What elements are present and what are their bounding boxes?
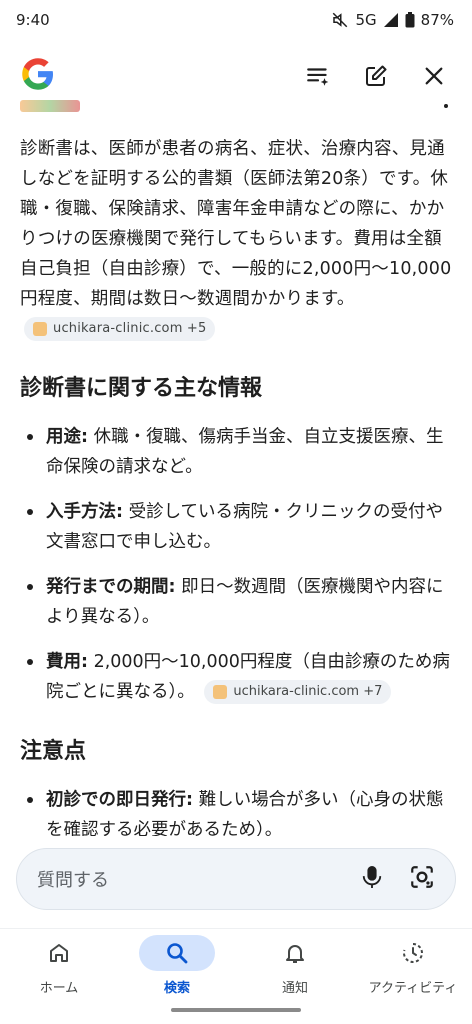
nav-activity[interactable]: アクティビティ <box>358 935 468 996</box>
item-term: 初診での即日発行: <box>46 790 193 810</box>
list-item: 発行までの期間: 即日〜数週間（医療機関や内容により異なる）。 <box>20 572 452 632</box>
playlist-sparkle-icon[interactable] <box>300 58 336 94</box>
bell-icon <box>257 935 333 971</box>
site-favicon-icon <box>33 322 47 336</box>
status-icons: 5G 87% <box>331 11 454 29</box>
edit-icon[interactable] <box>358 58 394 94</box>
status-bar: 9:40 5G 87% <box>0 0 472 40</box>
app-actions <box>300 58 452 94</box>
item-text: 休職・復職、傷病手当金、自立支援医療、生命保険の請求など。 <box>46 427 444 477</box>
caution-list: 初診での即日発行: 難しい場合が多い（心身の状態を確認する必要があるため）。 <box>20 785 452 836</box>
item-term: 費用: <box>46 652 88 672</box>
close-icon[interactable] <box>416 58 452 94</box>
scrolled-source-row <box>20 96 452 126</box>
battery-icon <box>405 12 415 28</box>
item-term: 入手方法: <box>46 502 123 522</box>
ask-input-bar[interactable]: 質問する <box>16 848 456 910</box>
ask-input-placeholder[interactable]: 質問する <box>37 866 361 892</box>
source-chip-label: uchikara-clinic.com +5 <box>53 321 207 336</box>
battery-level: 87% <box>420 11 454 29</box>
signal-icon <box>383 12 399 28</box>
bottom-navigation: ホーム 検索 通知 アクティビティ <box>0 928 472 1006</box>
list-item: 用途: 休職・復職、傷病手当金、自立支援医療、生命保険の請求など。 <box>20 422 452 482</box>
list-item: 費用: 2,000円〜10,000円程度（自由診療のため病院ごとに異なる）。 u… <box>20 647 452 707</box>
status-time: 9:40 <box>16 11 50 29</box>
site-favicon-icon <box>213 685 228 699</box>
info-list: 用途: 休職・復職、傷病手当金、自立支援医療、生命保険の請求など。 入手方法: … <box>20 422 452 707</box>
home-icon <box>21 935 97 971</box>
section-heading: 診断書に関する主な情報 <box>20 376 263 401</box>
nav-activity-label: アクティビティ <box>368 981 458 996</box>
search-icon <box>139 935 215 971</box>
mute-icon <box>331 11 349 29</box>
gesture-handle[interactable] <box>171 1008 301 1012</box>
activity-icon <box>375 935 451 971</box>
lens-camera-icon[interactable] <box>409 864 435 894</box>
section-heading: 注意点 <box>20 739 87 764</box>
nav-notifications[interactable]: 通知 <box>240 935 350 996</box>
answer-content: 診断書は、医師が患者の病名、症状、治療内容、見通しなどを証明する公的書類（医師法… <box>0 96 472 836</box>
list-item: 初診での即日発行: 難しい場合が多い（心身の状態を確認する必要があるため）。 <box>20 785 452 836</box>
microphone-icon[interactable] <box>361 864 383 894</box>
network-type: 5G <box>355 11 377 29</box>
answer-intro: 診断書は、医師が患者の病名、症状、治療内容、見通しなどを証明する公的書類（医師法… <box>20 134 452 344</box>
search-actions <box>361 864 435 894</box>
item-term: 用途: <box>46 427 88 447</box>
nav-notifications-label: 通知 <box>281 981 308 996</box>
source-logo-partial <box>20 100 80 112</box>
nav-home-label: ホーム <box>39 981 79 996</box>
nav-home[interactable]: ホーム <box>4 935 114 996</box>
list-item: 入手方法: 受診している病院・クリニックの受付や文書窓口で申し込む。 <box>20 497 452 557</box>
source-chip[interactable]: uchikara-clinic.com +5 <box>24 317 216 341</box>
nav-search[interactable]: 検索 <box>122 935 232 996</box>
answer-intro-text: 診断書は、医師が患者の病名、症状、治療内容、見通しなどを証明する公的書類（医師法… <box>20 139 452 309</box>
more-icon-partial <box>444 104 448 108</box>
source-chip[interactable]: uchikara-clinic.com +7 <box>204 680 392 704</box>
google-logo[interactable] <box>20 56 56 96</box>
nav-search-label: 検索 <box>163 981 190 996</box>
source-chip-label: uchikara-clinic.com +7 <box>233 684 383 699</box>
item-term: 発行までの期間: <box>46 577 176 597</box>
